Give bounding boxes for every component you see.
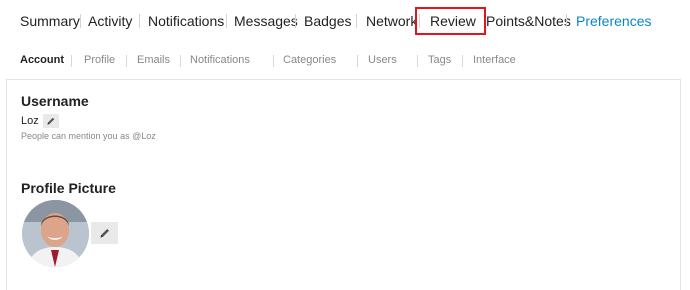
- edit-username-button[interactable]: [42, 114, 59, 128]
- preferences-sub-nav: Account Profile Emails Notifications Cat…: [0, 46, 690, 74]
- subnav-divider: [273, 55, 274, 67]
- tab-points-notes[interactable]: Points&Notes: [486, 13, 571, 29]
- nav-divider: [139, 14, 140, 28]
- subnav-divider: [71, 55, 72, 67]
- subnav-divider: [357, 55, 358, 67]
- nav-divider: [566, 14, 567, 28]
- subtab-tags[interactable]: Tags: [428, 54, 451, 67]
- subnav-divider: [417, 55, 418, 67]
- mention-hint: People can mention you as @Loz: [21, 131, 156, 141]
- subnav-divider: [180, 55, 181, 67]
- pencil-icon: [100, 229, 109, 238]
- profile-picture-heading: Profile Picture: [21, 180, 116, 196]
- subtab-profile[interactable]: Profile: [84, 54, 115, 67]
- subtab-notifications[interactable]: Notifications: [190, 54, 250, 67]
- tab-activity[interactable]: Activity: [88, 13, 132, 29]
- subtab-account[interactable]: Account: [20, 54, 64, 67]
- avatar-photo: [22, 200, 89, 267]
- subtab-interface[interactable]: Interface: [473, 54, 516, 67]
- username-heading: Username: [21, 93, 89, 109]
- tab-messages[interactable]: Messages: [234, 13, 298, 29]
- avatar: [22, 200, 89, 267]
- username-row: Loz: [21, 113, 59, 129]
- tab-notifications[interactable]: Notifications: [148, 13, 224, 29]
- tab-preferences[interactable]: Preferences: [576, 13, 651, 29]
- tab-summary[interactable]: Summary: [20, 13, 80, 29]
- tab-badges[interactable]: Badges: [304, 13, 351, 29]
- nav-divider: [295, 14, 296, 28]
- username-value: Loz: [21, 115, 39, 127]
- subtab-categories[interactable]: Categories: [283, 54, 336, 67]
- nav-divider: [356, 14, 357, 28]
- subnav-divider: [462, 55, 463, 67]
- tab-network[interactable]: Network: [366, 13, 417, 29]
- subnav-divider: [126, 55, 127, 67]
- subtab-users[interactable]: Users: [368, 54, 397, 67]
- pencil-icon: [47, 117, 55, 125]
- edit-profile-picture-button[interactable]: [91, 222, 118, 244]
- nav-divider: [80, 14, 81, 28]
- user-top-nav: Summary Activity Notifications Messages …: [0, 0, 690, 42]
- subtab-emails[interactable]: Emails: [137, 54, 170, 67]
- nav-divider: [226, 14, 227, 28]
- review-tab-highlight: [415, 7, 486, 35]
